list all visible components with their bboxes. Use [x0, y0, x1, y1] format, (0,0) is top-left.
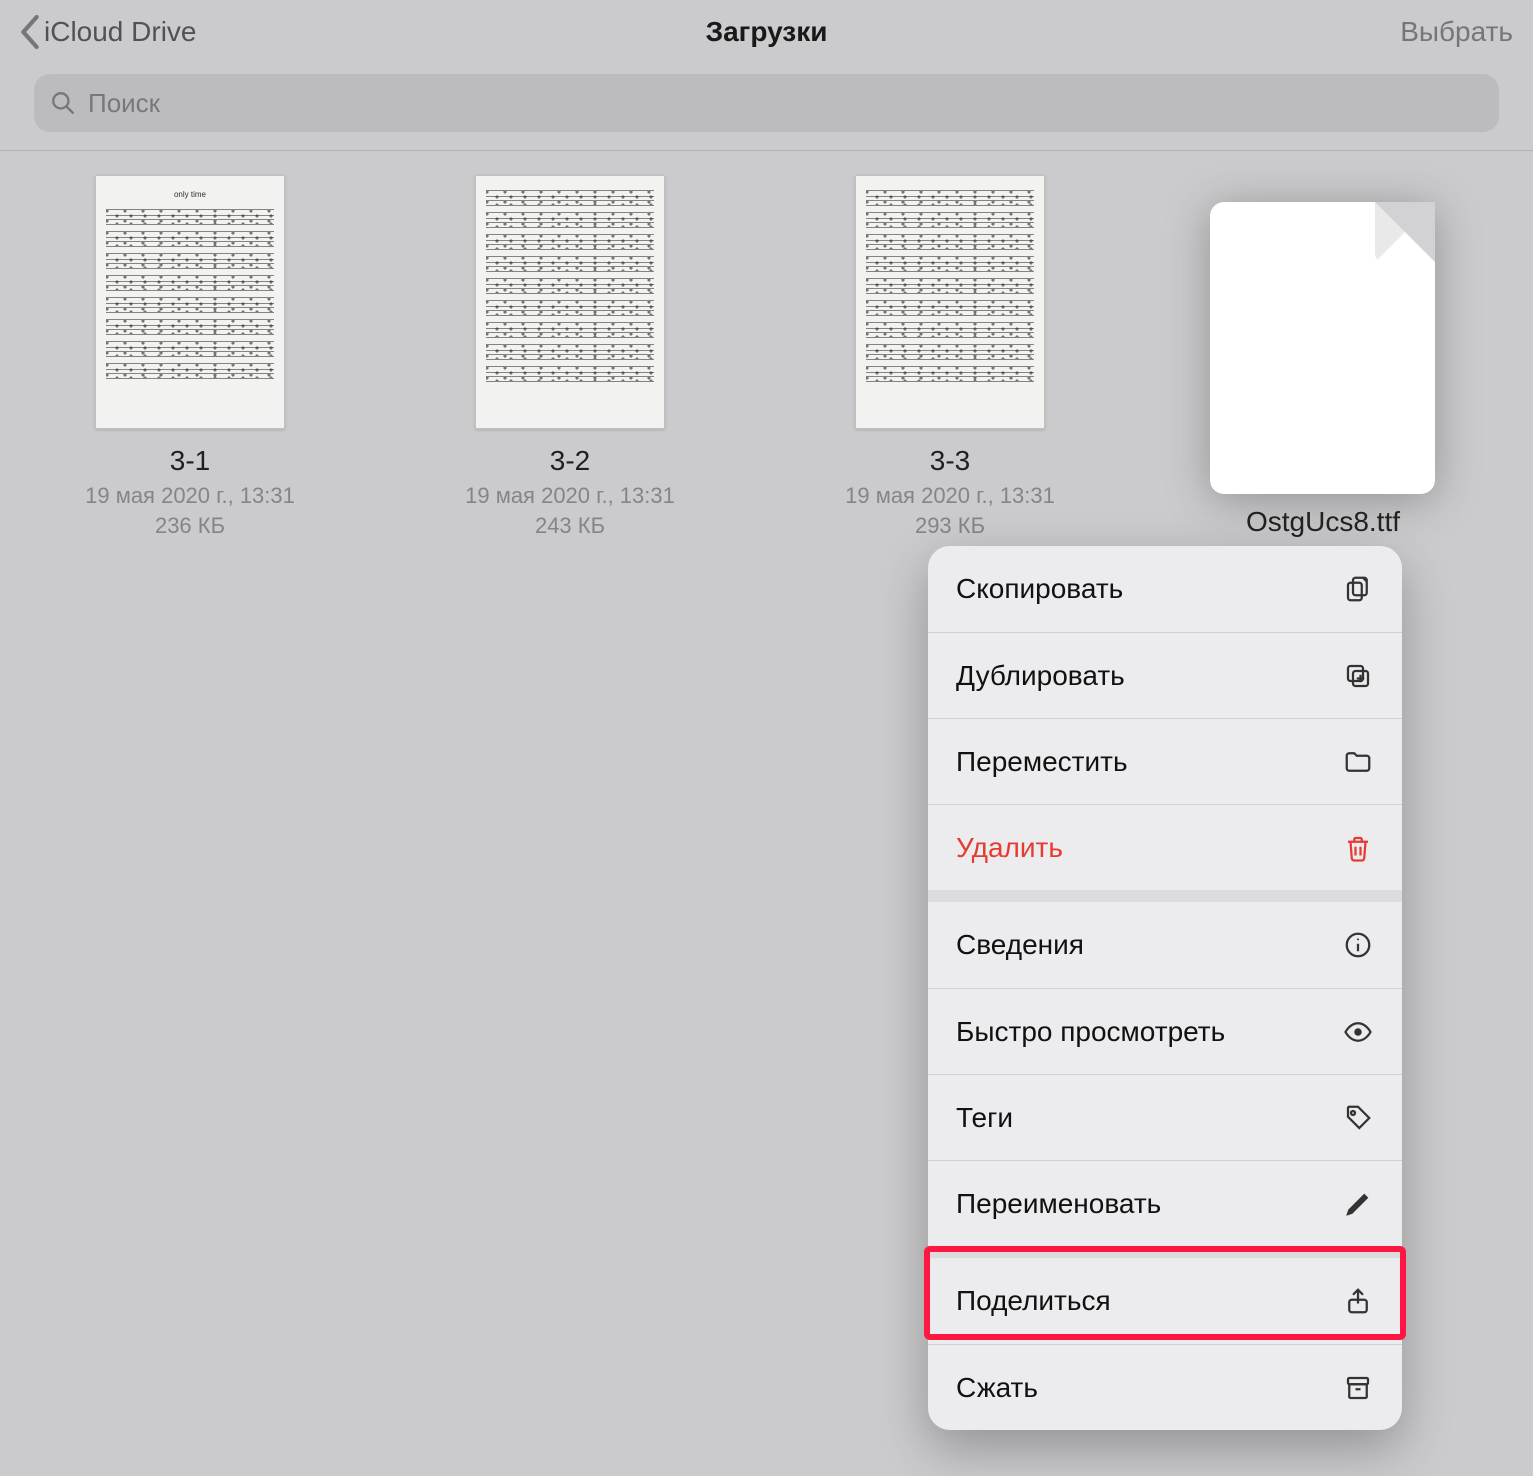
back-label: iCloud Drive [44, 16, 197, 48]
search-input[interactable] [88, 88, 1483, 119]
menu-item-label: Переименовать [956, 1188, 1161, 1220]
file-name: 3-1 [60, 445, 320, 477]
menu-item-label: Удалить [956, 832, 1063, 864]
chevron-left-icon [20, 15, 40, 49]
menu-item-label: Быстро просмотреть [956, 1016, 1225, 1048]
back-button[interactable]: iCloud Drive [20, 15, 197, 49]
menu-item-label: Дублировать [956, 660, 1125, 692]
menu-item-label: Поделиться [956, 1285, 1111, 1317]
file-thumbnail [855, 175, 1045, 429]
search-icon [50, 90, 76, 116]
file-size: 236 КБ [155, 513, 225, 538]
file-name: 3-3 [820, 445, 1080, 477]
menu-item-rename[interactable]: Переименовать [928, 1160, 1402, 1246]
file-date: 19 мая 2020 г., 13:31 [85, 483, 295, 508]
file-item[interactable]: 3-2 19 мая 2020 г., 13:31 243 КБ [440, 175, 700, 540]
share-icon [1342, 1285, 1374, 1317]
page-title: Загрузки [0, 16, 1533, 48]
file-item[interactable]: only time 3-1 19 мая 2020 г., 13:31 236 … [60, 175, 320, 540]
menu-item-label: Переместить [956, 746, 1128, 778]
selected-file-name: OstgUcs8.ttf [1182, 506, 1464, 538]
menu-item-share[interactable]: Поделиться [928, 1258, 1402, 1344]
file-item[interactable]: 3-3 19 мая 2020 г., 13:31 293 КБ [820, 175, 1080, 540]
menu-item-duplicate[interactable]: Дублировать [928, 632, 1402, 718]
trash-icon [1342, 832, 1374, 864]
file-date: 19 мая 2020 г., 13:31 [465, 483, 675, 508]
context-menu: Скопировать Дублировать Переместить Удал… [928, 546, 1402, 1430]
folder-icon [1342, 746, 1374, 778]
file-thumbnail [475, 175, 665, 429]
menu-item-label: Сжать [956, 1372, 1038, 1404]
duplicate-icon [1342, 660, 1374, 692]
pencil-icon [1342, 1188, 1374, 1220]
menu-group: Сведения Быстро просмотреть Теги Переиме… [928, 902, 1402, 1246]
file-meta: 19 мая 2020 г., 13:31 236 КБ [60, 481, 320, 540]
file-size: 243 КБ [535, 513, 605, 538]
menu-group: Скопировать Дублировать Переместить Удал… [928, 546, 1402, 890]
info-icon [1342, 929, 1374, 961]
file-date: 19 мая 2020 г., 13:31 [845, 483, 1055, 508]
archive-icon [1342, 1372, 1374, 1404]
selected-file-icon[interactable] [1210, 202, 1435, 494]
menu-item-move[interactable]: Переместить [928, 718, 1402, 804]
menu-item-info[interactable]: Сведения [928, 902, 1402, 988]
search-bar[interactable] [34, 74, 1499, 132]
menu-item-quicklook[interactable]: Быстро просмотреть [928, 988, 1402, 1074]
file-meta: 19 мая 2020 г., 13:31 293 КБ [820, 481, 1080, 540]
menu-separator [928, 1246, 1402, 1258]
file-thumbnail: only time [95, 175, 285, 429]
menu-item-label: Скопировать [956, 573, 1123, 605]
file-size: 293 КБ [915, 513, 985, 538]
file-name: 3-2 [440, 445, 700, 477]
search-bar-wrap [0, 64, 1533, 150]
menu-separator [928, 890, 1402, 902]
file-meta: 19 мая 2020 г., 13:31 243 КБ [440, 481, 700, 540]
tag-icon [1342, 1102, 1374, 1134]
copy-icon [1342, 573, 1374, 605]
menu-item-delete[interactable]: Удалить [928, 804, 1402, 890]
menu-item-tags[interactable]: Теги [928, 1074, 1402, 1160]
menu-item-compress[interactable]: Сжать [928, 1344, 1402, 1430]
menu-item-label: Теги [956, 1102, 1013, 1134]
menu-group: Поделиться Сжать [928, 1258, 1402, 1430]
select-button[interactable]: Выбрать [1400, 16, 1513, 48]
menu-item-copy[interactable]: Скопировать [928, 546, 1402, 632]
files-app-screen: { "nav": { "back_label": "iCloud Drive",… [0, 0, 1533, 1476]
thumb-title: only time [106, 190, 274, 199]
eye-icon [1342, 1016, 1374, 1048]
menu-item-label: Сведения [956, 929, 1084, 961]
navbar: iCloud Drive Загрузки Выбрать [0, 0, 1533, 64]
